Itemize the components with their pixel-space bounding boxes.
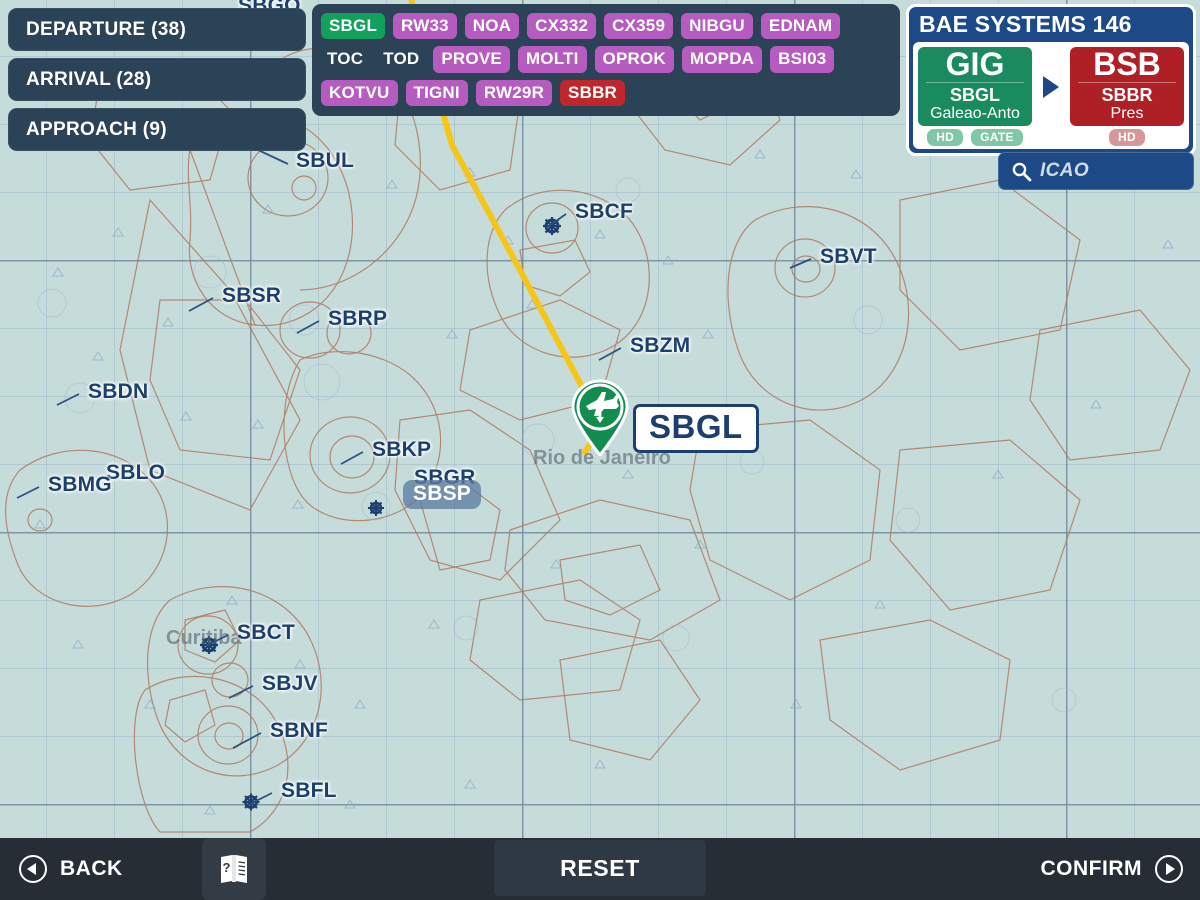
airport-label-sbrp[interactable]: SBRP — [328, 307, 387, 331]
back-button[interactable]: BACK — [18, 850, 123, 888]
svg-text:?: ? — [223, 860, 231, 875]
approach-phase-label: APPROACH (9) — [26, 118, 167, 140]
destination-name: Pres — [1110, 104, 1144, 122]
waypoint-chip-noa[interactable]: NOA — [464, 13, 520, 40]
reset-button[interactable]: RESET — [494, 840, 706, 896]
waypoint-chip-sbbr[interactable]: SBBR — [560, 79, 626, 106]
waypoint-chip-rw29r[interactable]: RW29R — [475, 79, 553, 106]
waypoint-chip-cx332[interactable]: CX332 — [527, 13, 597, 40]
waypoint-chip-cx359[interactable]: CX359 — [604, 13, 674, 40]
origin-tags: HD GATE — [927, 128, 1023, 146]
waypoint-chip-tigni[interactable]: TIGNI — [405, 79, 468, 106]
airport-label-sbfl[interactable]: SBFL — [281, 779, 337, 803]
waypoint-chip-mopda[interactable]: MOPDA — [681, 46, 763, 73]
icao-search-input[interactable]: ICAO — [998, 152, 1194, 190]
airport-label-sbcf[interactable]: SBCF — [575, 200, 633, 224]
waypoint-chip-molti[interactable]: MOLTI — [517, 46, 587, 73]
destination-icao: SBBR — [1101, 84, 1153, 105]
waypoint-chip-oprok[interactable]: OPROK — [594, 46, 674, 73]
airport-label-sbct[interactable]: SBCT — [237, 621, 295, 645]
waypoint-chip-toc[interactable]: TOC — [321, 46, 369, 72]
origin-iata: GIG — [945, 46, 1005, 82]
departure-phase-label: DEPARTURE (38) — [26, 18, 187, 40]
waypoint-chip-ednam[interactable]: EDNAM — [760, 13, 841, 40]
waypoint-chip-kotvu[interactable]: KOTVU — [321, 79, 398, 106]
waypoint-chip-sbgl[interactable]: SBGL — [321, 13, 386, 40]
route-waypoint-panel: SBGL RW33 NOA CX332 CX359 NIBGU EDNAM TO… — [312, 4, 900, 116]
origin-icao: SBGL — [949, 84, 1000, 105]
waypoint-chip-tod[interactable]: TOD — [377, 46, 425, 72]
airport-label-sbjv[interactable]: SBJV — [262, 672, 318, 696]
forward-arrow-icon — [1155, 855, 1183, 883]
origin-box: GIG SBGL Galeao-Anto — [918, 47, 1032, 126]
arrival-phase-label: ARRIVAL (28) — [26, 68, 152, 90]
waypoint-chip-prove[interactable]: PROVE — [433, 46, 510, 73]
airport-label-sbmg[interactable]: SBMG — [48, 473, 112, 497]
airport-label-sbkp[interactable]: SBKP — [372, 438, 431, 462]
origin-tag-hd: HD — [927, 128, 964, 146]
arrival-phase-button[interactable]: ARRIVAL (28) — [8, 58, 306, 101]
origin-name: Galeao-Anto — [930, 104, 1020, 122]
destination-tag-hd: HD — [1109, 128, 1145, 146]
back-label: BACK — [60, 857, 123, 880]
airport-label-sbnf[interactable]: SBNF — [270, 719, 328, 743]
destination-airport[interactable]: BSB SBBR Pres HD — [1070, 47, 1184, 146]
waypoint-chip-nibgu[interactable]: NIBGU — [681, 13, 753, 40]
aircraft-type-title: BAE SYSTEMS 146 — [919, 11, 1132, 37]
departure-phase-button[interactable]: DEPARTURE (38) — [8, 8, 306, 51]
flight-plan-screen: Rio de Janeiro Curitiba SBGO SBUL — [0, 0, 1200, 900]
help-manual-button[interactable]: ? — [202, 838, 266, 900]
icao-placeholder: ICAO — [1040, 160, 1090, 181]
origin-airport[interactable]: GIG SBGL Galeao-Anto HD GATE — [918, 47, 1032, 146]
flight-phase-panel: DEPARTURE (38) ARRIVAL (28) APPROACH (9) — [8, 8, 306, 151]
airport-label-sbsr[interactable]: SBSR — [222, 284, 281, 308]
airport-label-sblo[interactable]: SBLO — [106, 461, 165, 485]
selected-airport-callout[interactable]: SBGL — [633, 404, 759, 453]
airport-label-sbvt[interactable]: SBVT — [820, 245, 877, 269]
destination-tags: HD — [1109, 128, 1145, 146]
reset-label: RESET — [560, 854, 640, 881]
waypoint-chip-rw33[interactable]: RW33 — [393, 13, 457, 40]
airport-label-sbdn[interactable]: SBDN — [88, 380, 148, 404]
departure-airport-marker[interactable] — [569, 378, 631, 456]
manual-book-icon: ? — [221, 855, 247, 883]
back-arrow-icon — [19, 855, 47, 883]
airport-label-sbul[interactable]: SBUL — [296, 149, 354, 173]
search-icon — [1012, 162, 1032, 181]
confirm-label: CONFIRM — [1040, 857, 1142, 880]
destination-iata: BSB — [1093, 46, 1161, 82]
destination-box: BSB SBBR Pres — [1070, 47, 1184, 126]
origin-tag-gate: GATE — [971, 128, 1023, 146]
route-endpoints: GIG SBGL Galeao-Anto HD GATE BSB SBBR Pr… — [913, 42, 1189, 149]
confirm-button[interactable]: CONFIRM — [1041, 850, 1185, 888]
waypoint-chip-bsi03[interactable]: BSI03 — [770, 46, 835, 73]
city-label-curitiba: Curitiba — [166, 627, 242, 649]
airport-label-sbzm[interactable]: SBZM — [630, 334, 690, 358]
approach-phase-button[interactable]: APPROACH (9) — [8, 108, 306, 151]
airport-label-sbsp[interactable]: SBSP — [403, 480, 481, 509]
route-direction-arrow-icon — [1036, 74, 1066, 118]
aircraft-route-card[interactable]: BAE SYSTEMS 146 GIG SBGL Galeao-Anto HD … — [906, 4, 1196, 156]
